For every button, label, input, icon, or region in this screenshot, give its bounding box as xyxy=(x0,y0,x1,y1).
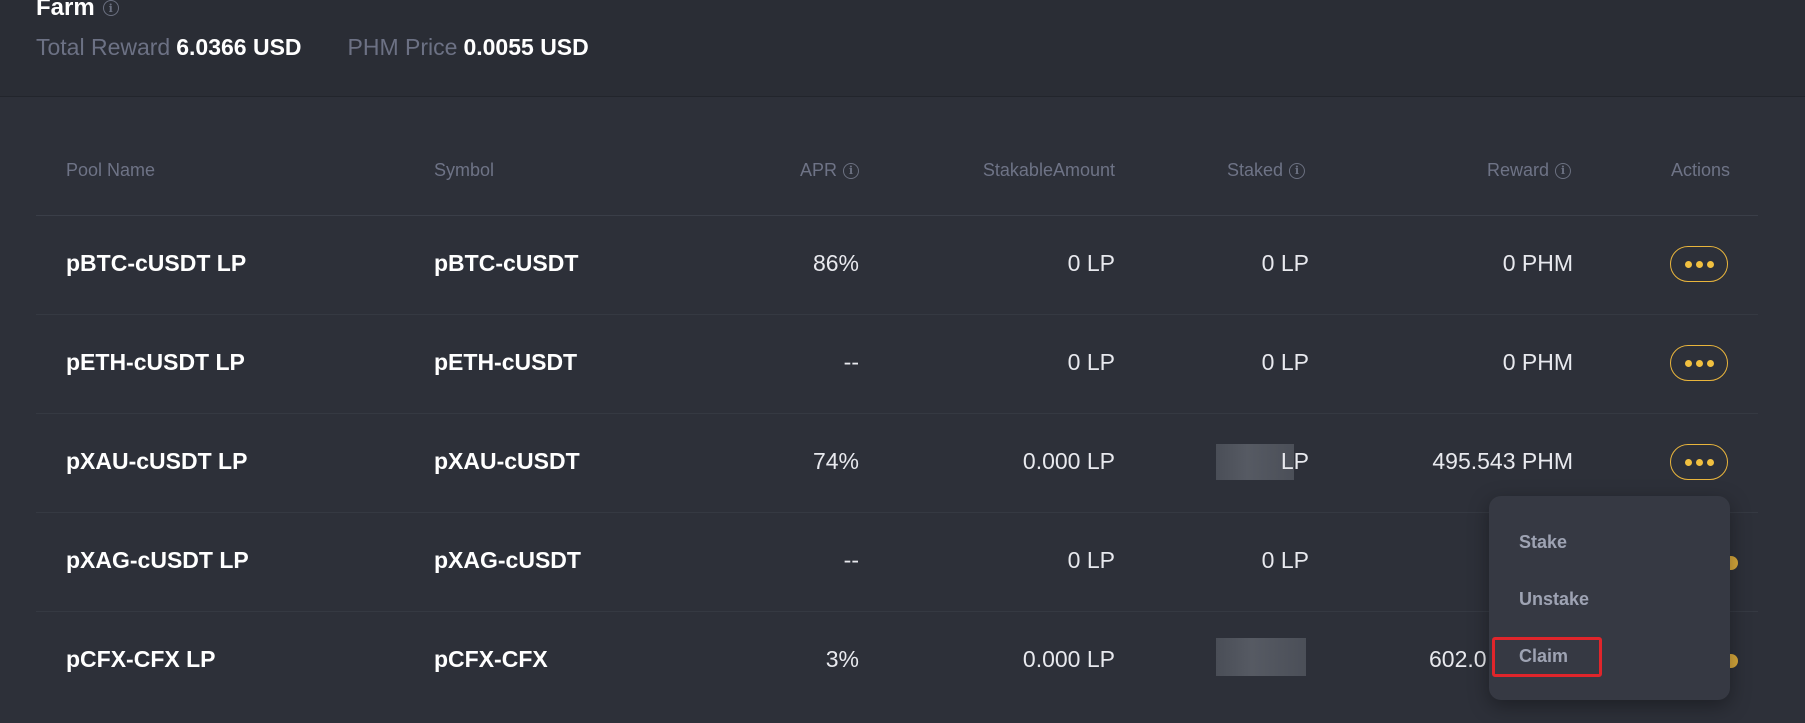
stakable-amount: 0.000 LP xyxy=(1022,448,1115,474)
table-row: pBTC-cUSDT LP pBTC-cUSDT 86% 0 LP 0 LP 0… xyxy=(36,216,1758,315)
stats-bar: Total Reward 6.0366 USD PHM Price 0.0055 U… xyxy=(36,34,589,61)
table-row: pETH-cUSDT LP pETH-cUSDT -- 0 LP 0 LP 0 … xyxy=(36,315,1758,414)
farm-header: Farm i Total Reward 6.0366 USD PHM Price 0… xyxy=(0,0,1805,97)
col-actions-label: Actions xyxy=(1670,160,1730,180)
col-apr-label: APR xyxy=(799,160,837,180)
staked: 0 LP xyxy=(1261,547,1309,573)
redacted-value xyxy=(1216,638,1306,676)
menu-item-stake[interactable]: Stake xyxy=(1519,532,1567,553)
total-reward: Total Reward 6.0366 USD xyxy=(36,34,302,61)
pool-name: pBTC-cUSDT LP xyxy=(66,250,247,276)
info-icon[interactable]: i xyxy=(102,0,119,16)
pool-name: pCFX-CFX LP xyxy=(66,646,216,672)
apr-info-icon[interactable]: i xyxy=(843,162,859,179)
stakable-amount: 0 LP xyxy=(1067,349,1115,375)
col-pool-name-label: Pool Name xyxy=(66,160,156,180)
stakable-amount: 0.000 LP xyxy=(1022,646,1115,672)
symbol: pXAG-cUSDT xyxy=(434,547,581,573)
more-dot xyxy=(1695,458,1703,466)
actions-button[interactable] xyxy=(1670,345,1728,381)
staked: 0 LP xyxy=(1261,349,1309,375)
staked-info-icon[interactable]: i xyxy=(1289,162,1305,179)
col-reward-label: Reward xyxy=(1486,160,1549,180)
col-pool-name: Pool Name xyxy=(66,160,155,181)
symbol: pXAU-cUSDT xyxy=(434,448,580,474)
menu-item-unstake[interactable]: Unstake xyxy=(1519,589,1589,610)
col-symbol-label: Symbol xyxy=(434,160,495,180)
symbol: pCFX-CFX xyxy=(434,646,548,672)
more-dot xyxy=(1684,359,1692,367)
reward: 0 PHM xyxy=(1502,349,1573,375)
actions-button[interactable] xyxy=(1670,444,1728,480)
more-dot xyxy=(1706,260,1714,268)
stakable-amount: 0 LP xyxy=(1067,547,1115,573)
symbol: pBTC-cUSDT xyxy=(434,250,579,276)
reward: 0 PHM xyxy=(1502,250,1573,276)
phm-price: PHM Price 0.0055 USD xyxy=(348,34,589,61)
staked: LP xyxy=(1280,448,1309,474)
stakable-amount: 0 LP xyxy=(1067,250,1115,276)
col-symbol: Symbol xyxy=(434,160,494,181)
apr: -- xyxy=(843,547,859,573)
total-reward-label: Total Reward xyxy=(36,34,171,60)
reward-info-icon[interactable]: i xyxy=(1555,162,1571,179)
apr: 3% xyxy=(825,646,859,672)
claim-highlight-box xyxy=(1492,637,1602,677)
col-stakable: StakableAmount xyxy=(983,160,1115,181)
farm-page: Farm i Total Reward 6.0366 USD PHM Price 0… xyxy=(0,0,1805,723)
pool-name: pXAU-cUSDT LP xyxy=(66,448,248,474)
more-dot xyxy=(1706,359,1714,367)
phm-price-value: 0.0055 USD xyxy=(463,34,589,60)
total-reward-value: 6.0366 USD xyxy=(176,34,302,60)
col-stakable-label: StakableAmount xyxy=(982,160,1115,180)
pool-name: pETH-cUSDT LP xyxy=(66,349,245,375)
col-actions: Actions xyxy=(1671,160,1730,181)
apr: 86% xyxy=(812,250,859,276)
more-dot xyxy=(1695,260,1703,268)
apr: 74% xyxy=(812,448,859,474)
staked: 0 LP xyxy=(1261,250,1309,276)
more-dot xyxy=(1684,458,1692,466)
page-title: Farm i xyxy=(36,0,119,22)
reward: 495.543 PHM xyxy=(1432,448,1573,474)
table-header: Pool Name Symbol APR i StakableAmount Sta… xyxy=(36,120,1758,216)
more-dot xyxy=(1695,359,1703,367)
col-reward: Reward i xyxy=(1487,160,1571,181)
actions-button[interactable] xyxy=(1670,246,1728,282)
col-staked-label: Staked xyxy=(1226,160,1283,180)
more-dot xyxy=(1684,260,1692,268)
phm-price-label: PHM Price xyxy=(347,34,458,60)
col-apr: APR i xyxy=(800,160,859,181)
more-dot xyxy=(1706,458,1714,466)
farm-title-text: Farm xyxy=(36,0,95,21)
symbol: pETH-cUSDT xyxy=(434,349,578,375)
pool-name: pXAG-cUSDT LP xyxy=(66,547,249,573)
col-staked: Staked i xyxy=(1227,160,1305,181)
apr: -- xyxy=(843,349,859,375)
reward: 602.0 xyxy=(1429,646,1487,672)
